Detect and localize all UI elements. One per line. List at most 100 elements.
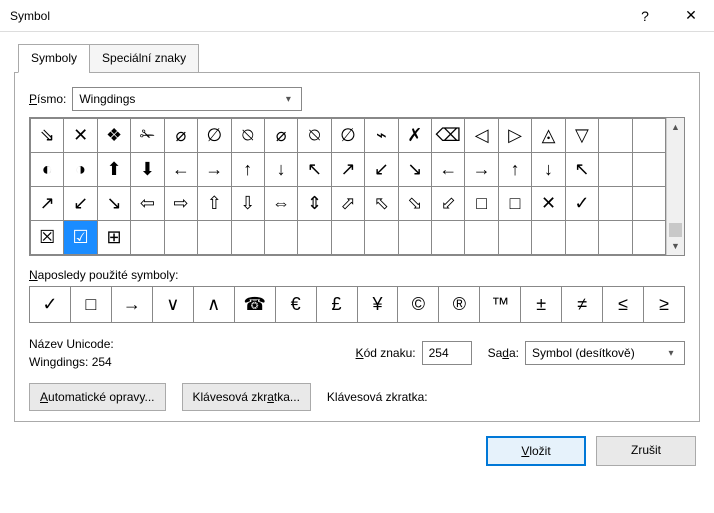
symbol-cell[interactable]: ⌀	[265, 119, 297, 152]
symbol-cell	[298, 221, 330, 254]
recent-label: Naposledy použité symboly:	[29, 268, 685, 282]
symbol-cell[interactable]: ←	[165, 153, 197, 186]
code-input[interactable]: 254	[422, 341, 472, 365]
recent-symbol-cell[interactable]: ±	[521, 287, 561, 322]
close-button[interactable]: ✕	[668, 0, 714, 32]
symbol-cell[interactable]: ✕	[64, 119, 96, 152]
symbol-cell[interactable]: ◑	[64, 153, 96, 186]
symbol-cell[interactable]: ◐	[31, 153, 63, 186]
insert-button[interactable]: Vložit	[486, 436, 586, 466]
set-select[interactable]: Symbol (desítkově) ▾	[525, 341, 685, 365]
recent-symbol-cell[interactable]: ✓	[30, 287, 70, 322]
symbol-cell[interactable]: ▽	[566, 119, 598, 152]
symbol-cell[interactable]: ▷	[499, 119, 531, 152]
symbol-cell[interactable]: →	[198, 153, 230, 186]
recent-symbol-cell[interactable]: ≤	[603, 287, 643, 322]
symbol-cell[interactable]: ⍉	[232, 119, 264, 152]
symbol-cell[interactable]: ⌀	[165, 119, 197, 152]
symbol-cell[interactable]: ↘	[399, 153, 431, 186]
symbol-cell[interactable]: ↖	[298, 153, 330, 186]
symbol-cell[interactable]: ⊞	[98, 221, 130, 254]
recent-symbol-cell[interactable]: ≥	[644, 287, 684, 322]
scroll-up-icon[interactable]: ▲	[667, 118, 684, 136]
code-label: Kód znaku:	[356, 346, 416, 360]
symbol-cell[interactable]: ↖	[566, 153, 598, 186]
unicode-name-label: Název Unicode:	[29, 337, 350, 351]
chevron-down-icon: ▾	[279, 94, 297, 105]
font-select[interactable]: Wingdings ▾	[72, 87, 302, 111]
symbol-cell[interactable]: ⬇	[131, 153, 163, 186]
symbol-cell[interactable]: ✗	[399, 119, 431, 152]
scroll-track[interactable]	[667, 136, 684, 237]
symbol-cell[interactable]: ↙	[64, 187, 96, 220]
symbol-cell[interactable]: ⬀	[332, 187, 364, 220]
symbol-cell[interactable]: ⬃	[432, 187, 464, 220]
symbol-cell[interactable]: □	[465, 187, 497, 220]
symbol-cell[interactable]: ✕	[532, 187, 564, 220]
grid-scrollbar[interactable]: ▲ ▼	[666, 118, 684, 255]
symbol-cell	[599, 153, 631, 186]
symbol-cell[interactable]: ⇨	[165, 187, 197, 220]
recent-symbol-cell[interactable]: ≠	[562, 287, 602, 322]
symbol-cell[interactable]: ⇘	[31, 119, 63, 152]
recent-symbol-cell[interactable]: ®	[439, 287, 479, 322]
recent-symbol-cell[interactable]: ∧	[194, 287, 234, 322]
recent-symbol-cell[interactable]: ©	[398, 287, 438, 322]
recent-symbol-cell[interactable]: ∨	[153, 287, 193, 322]
shortcut-button[interactable]: Klávesová zkratka...	[182, 383, 311, 411]
recent-symbol-cell[interactable]: →	[112, 287, 152, 322]
symbol-cell[interactable]: ∅	[332, 119, 364, 152]
symbol-cell[interactable]: ↗	[31, 187, 63, 220]
symbol-cell	[399, 221, 431, 254]
symbol-cell[interactable]: ⬁	[365, 187, 397, 220]
symbol-cell[interactable]: ↙	[365, 153, 397, 186]
symbol-cell[interactable]: ↑	[232, 153, 264, 186]
symbol-cell[interactable]: ◁	[465, 119, 497, 152]
symbol-cell[interactable]: ↑	[499, 153, 531, 186]
cancel-button[interactable]: Zrušit	[596, 436, 696, 466]
recent-grid: ✓□→∨∧☎€£¥©®™±≠≤≥	[29, 286, 685, 323]
scroll-thumb[interactable]	[669, 223, 682, 237]
symbol-cell[interactable]: ∅	[198, 119, 230, 152]
recent-symbol-cell[interactable]: □	[71, 287, 111, 322]
autocorrect-button[interactable]: Automatické opravy...	[29, 383, 166, 411]
symbol-cell[interactable]: ⬂	[399, 187, 431, 220]
recent-symbol-cell[interactable]: €	[276, 287, 316, 322]
symbol-cell[interactable]: ✓	[566, 187, 598, 220]
symbol-cell[interactable]: ⇧	[198, 187, 230, 220]
recent-symbol-cell[interactable]: ☎	[235, 287, 275, 322]
symbol-cell[interactable]: □	[499, 187, 531, 220]
symbol-cell[interactable]: ↘	[98, 187, 130, 220]
tab-symbols[interactable]: Symboly	[18, 44, 90, 73]
symbol-cell[interactable]: →	[465, 153, 497, 186]
dialog-footer: Vložit Zrušit	[0, 422, 714, 480]
symbol-cell[interactable]: ☑	[64, 221, 96, 254]
symbol-cell[interactable]: ◬	[532, 119, 564, 152]
symbol-cell[interactable]: ⍉	[298, 119, 330, 152]
help-button[interactable]: ?	[622, 0, 668, 32]
symbol-cell	[232, 221, 264, 254]
symbol-cell[interactable]: ⌫	[432, 119, 464, 152]
symbol-cell	[332, 221, 364, 254]
symbol-cell[interactable]: ⇔	[265, 187, 297, 220]
symbol-cell	[265, 221, 297, 254]
recent-symbol-cell[interactable]: ¥	[358, 287, 398, 322]
symbol-cell[interactable]: ❖	[98, 119, 130, 152]
symbol-cell[interactable]: ⇕	[298, 187, 330, 220]
symbol-cell[interactable]: ←	[432, 153, 464, 186]
window-title: Symbol	[10, 9, 622, 23]
symbol-cell[interactable]: ⬆	[98, 153, 130, 186]
symbol-cell[interactable]: ↓	[532, 153, 564, 186]
symbol-cell[interactable]: ⌁	[365, 119, 397, 152]
symbol-cell[interactable]: ↓	[265, 153, 297, 186]
scroll-down-icon[interactable]: ▼	[667, 237, 684, 255]
recent-symbol-cell[interactable]: ™	[480, 287, 520, 322]
tab-special[interactable]: Speciální znaky	[89, 44, 199, 73]
symbol-cell[interactable]: ⇦	[131, 187, 163, 220]
symbol-cell[interactable]: ✁	[131, 119, 163, 152]
recent-symbol-cell[interactable]: £	[317, 287, 357, 322]
symbol-cell	[432, 221, 464, 254]
symbol-cell[interactable]: ☒	[31, 221, 63, 254]
symbol-cell[interactable]: ↗	[332, 153, 364, 186]
symbol-cell[interactable]: ⇩	[232, 187, 264, 220]
